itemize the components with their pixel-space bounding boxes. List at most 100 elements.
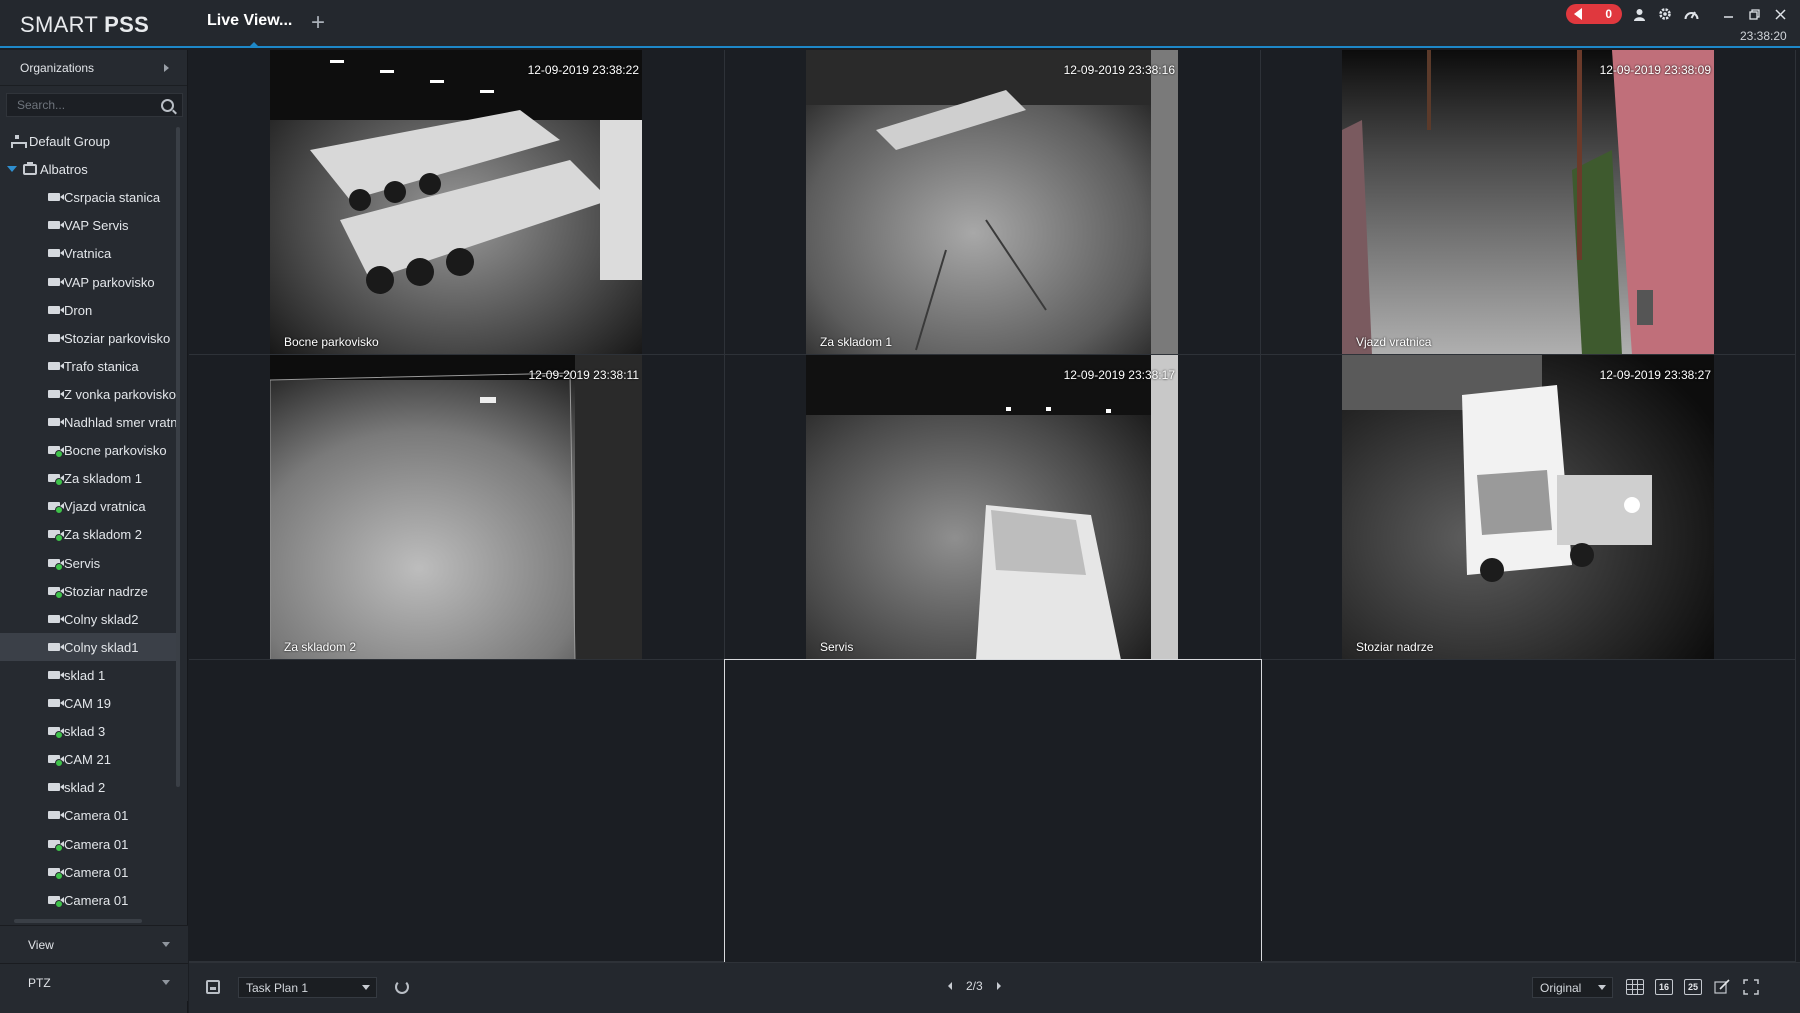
camera-online-icon [48, 896, 64, 908]
tab-active-indicator [249, 42, 259, 47]
video-window-2[interactable]: 12-09-2019 23:38:16 Za skladom 1 [725, 50, 1261, 355]
grid-9-icon[interactable] [1626, 979, 1644, 995]
video-window-3[interactable]: 12-09-2019 23:38:09 Vjazd vratnica [1261, 50, 1796, 355]
tree-camera-item[interactable]: sklad 2 [0, 773, 176, 801]
tree-item-label: Z vonka parkovisko [64, 386, 176, 402]
layout-16-button[interactable]: 16 [1655, 979, 1673, 995]
video-window-9[interactable] [1261, 660, 1796, 962]
tree-item-label: Dron [64, 302, 93, 318]
tree-camera-item[interactable]: Vjazd vratnica [0, 492, 176, 520]
minimize-icon[interactable] [1720, 6, 1736, 22]
video-window-5[interactable]: 12-09-2019 23:38:17 Servis [725, 355, 1261, 660]
video-window-1[interactable]: 12-09-2019 23:38:22 Bocne parkovisko [189, 50, 725, 355]
restore-icon[interactable] [1746, 6, 1762, 22]
camera-icon [48, 221, 64, 229]
tree-camera-item[interactable]: Vratnica [0, 239, 176, 267]
tree-item-label: Albatros [40, 161, 88, 177]
tree-camera-item[interactable]: Trafo stanica [0, 352, 176, 380]
camera-image [270, 50, 642, 354]
tree-camera-item[interactable]: Z vonka parkovisko [0, 380, 176, 408]
device-sidebar: Organizations Default Group Albatros Csrpa… [0, 50, 188, 1013]
tree-camera-item[interactable]: Za skladom 2 [0, 520, 176, 548]
video-window-8-selected[interactable] [724, 659, 1262, 963]
video-window-7[interactable] [189, 660, 725, 962]
view-label: View [28, 937, 54, 952]
tree-camera-item[interactable]: VAP Servis [0, 211, 176, 239]
tree-camera-item[interactable]: Colny sklad2 [0, 605, 176, 633]
tree-camera-item[interactable]: sklad 3 [0, 717, 176, 745]
tree-scrollbar[interactable] [176, 127, 180, 787]
tree-camera-item[interactable]: Servis [0, 549, 176, 577]
user-icon[interactable] [1631, 6, 1647, 22]
save-icon[interactable] [206, 980, 220, 994]
tree-camera-item[interactable]: Csrpacia stanica [0, 183, 176, 211]
tree-camera-item[interactable]: Camera 01 [0, 830, 176, 858]
video-window-6[interactable]: 12-09-2019 23:38:27 Stoziar nadrze [1261, 355, 1796, 660]
tree-camera-item[interactable]: Bocne parkovisko [0, 436, 176, 464]
video-timestamp: 12-09-2019 23:38:16 [1063, 63, 1175, 77]
video-camera-name: Za skladom 2 [284, 640, 357, 654]
tab-live-view[interactable]: Live View... [207, 12, 292, 30]
ptz-section-header[interactable]: PTZ [0, 963, 188, 1001]
search-input[interactable] [17, 98, 147, 112]
tree-camera-item[interactable]: Nadhlad smer vratnica [0, 408, 176, 436]
video-feed: 12-09-2019 23:38:17 Servis [806, 355, 1178, 659]
tree-camera-item[interactable]: Camera 01 [0, 886, 176, 912]
tree-camera-item[interactable]: Stoziar nadrze [0, 577, 176, 605]
tree-horizontal-scrollbar[interactable] [14, 919, 142, 923]
organizations-header[interactable]: Organizations [0, 50, 187, 86]
camera-icon [48, 811, 64, 819]
add-tab-button[interactable]: + [311, 9, 325, 37]
prev-page-icon[interactable] [948, 982, 952, 990]
video-timestamp: 12-09-2019 23:38:09 [1599, 63, 1711, 77]
tree-camera-item[interactable]: VAP parkovisko [0, 268, 176, 296]
tree-camera-item[interactable]: CAM 19 [0, 689, 176, 717]
camera-icon [48, 249, 64, 257]
search-icon[interactable] [161, 98, 174, 112]
alarm-count: 0 [1605, 7, 1612, 21]
live-view-grid: 12-09-2019 23:38:22 Bocne parkovisko 12-… [189, 50, 1796, 963]
edit-icon[interactable] [1713, 979, 1731, 995]
tree-device-albatros[interactable]: Albatros [0, 155, 176, 183]
tree-camera-item[interactable]: Stoziar parkovisko [0, 324, 176, 352]
task-plan-value: Task Plan 1 [246, 980, 309, 995]
alarm-button[interactable]: 0 [1566, 4, 1622, 24]
tree-group-default[interactable]: Default Group [0, 127, 176, 155]
organizations-label: Organizations [20, 60, 95, 75]
speaker-icon [1574, 8, 1582, 20]
expand-arrow-icon[interactable] [7, 166, 17, 172]
tree-camera-item[interactable]: Colny sklad1 [0, 633, 176, 661]
tree-item-label: Trafo stanica [64, 358, 139, 374]
video-timestamp: 12-09-2019 23:38:11 [528, 368, 639, 382]
camera-image [806, 50, 1178, 354]
tree-item-label: sklad 2 [64, 779, 106, 795]
layout-25-button[interactable]: 25 [1684, 979, 1702, 995]
task-plan-select[interactable]: Task Plan 1 [238, 977, 377, 998]
tree-camera-item[interactable]: sklad 1 [0, 661, 176, 689]
next-page-icon[interactable] [996, 982, 1001, 990]
tree-item-label: Vratnica [64, 245, 112, 261]
video-window-4[interactable]: 12-09-2019 23:38:11 Za skladom 2 [189, 355, 725, 660]
fullscreen-icon[interactable] [1742, 979, 1760, 995]
tree-item-label: sklad 1 [64, 667, 106, 683]
app-logo: SMART PSS [20, 12, 150, 37]
tree-camera-item[interactable]: Camera 01 [0, 801, 176, 829]
camera-icon [48, 390, 64, 398]
tree-camera-item[interactable]: Camera 01 [0, 858, 176, 886]
device-tree: Default Group Albatros Csrpacia stanica VAP… [0, 127, 176, 912]
view-section-header[interactable]: View [0, 925, 188, 963]
tree-item-label: Bocne parkovisko [64, 442, 167, 458]
gauge-icon[interactable] [1683, 6, 1699, 22]
chevron-down-icon [162, 980, 170, 985]
aspect-ratio-select[interactable]: Original [1532, 977, 1613, 998]
tree-camera-item[interactable]: Dron [0, 296, 176, 324]
tree-camera-item[interactable]: Za skladom 1 [0, 464, 176, 492]
tree-item-label: Za skladom 2 [64, 526, 143, 542]
refresh-icon[interactable] [395, 980, 409, 994]
close-icon[interactable] [1772, 6, 1788, 22]
camera-online-icon [48, 840, 64, 852]
tree-item-label: Colny sklad2 [64, 611, 139, 627]
tree-camera-item[interactable]: CAM 21 [0, 745, 176, 773]
gear-icon[interactable] [1657, 6, 1673, 22]
group-icon [11, 135, 27, 148]
